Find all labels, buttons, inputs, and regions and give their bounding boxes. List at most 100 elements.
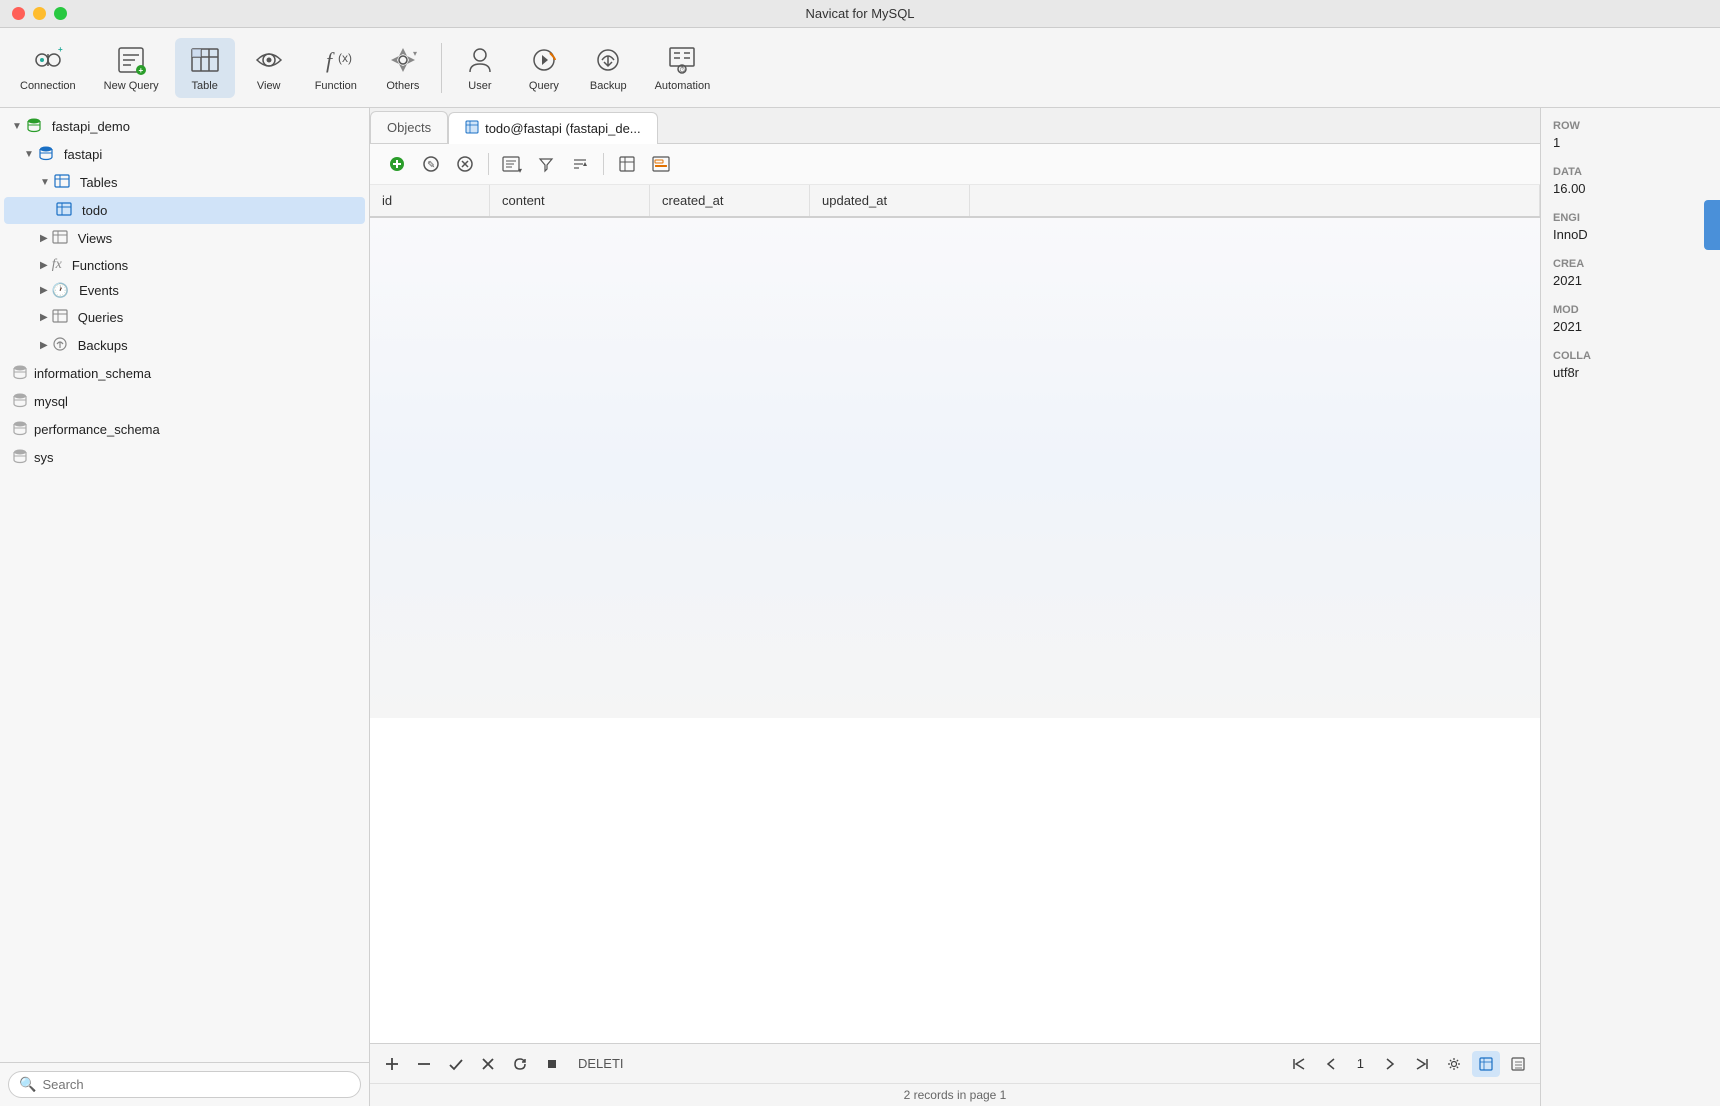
sidebar-item-fastapi[interactable]: ▼ fastapi	[4, 141, 365, 168]
last-page-button[interactable]	[1408, 1051, 1436, 1077]
sidebar-item-views[interactable]: ▶ Views	[4, 225, 365, 252]
toolbar-user[interactable]: User	[450, 38, 510, 98]
col-content: content	[490, 185, 650, 216]
confirm-button[interactable]	[442, 1051, 470, 1077]
right-panel: Row 1 Data 16.00 Engi InnoD Crea 2021 Mo…	[1540, 108, 1720, 1106]
svg-text:✎: ✎	[427, 160, 435, 171]
sidebar-item-queries[interactable]: ▶ Queries	[4, 304, 365, 331]
panel-section-colla: Colla utf8r	[1553, 350, 1708, 380]
toolbar-sep-2	[488, 153, 489, 175]
sidebar-item-backups[interactable]: ▶ Backups	[4, 332, 365, 359]
sidebar-label-sys: sys	[34, 450, 54, 465]
sidebar-item-information-schema[interactable]: information_schema	[4, 360, 365, 387]
tab-objects[interactable]: Objects	[370, 111, 448, 143]
function-icon: f (x)	[320, 44, 352, 76]
automation-icon: ⏱	[666, 44, 698, 76]
sidebar-item-fastapi-demo[interactable]: ▼ fastapi_demo	[4, 113, 365, 140]
grid-header: id content created_at updated_at	[370, 185, 1540, 218]
backup-icon	[592, 44, 624, 76]
tab-todo-icon	[465, 120, 479, 137]
stop-button[interactable]	[538, 1051, 566, 1077]
sidebar-item-sys[interactable]: sys	[4, 444, 365, 471]
form-view-button[interactable]	[646, 150, 676, 178]
settings-button[interactable]	[1440, 1051, 1468, 1077]
toolbar-sep-1	[441, 43, 442, 93]
tab-todo-table[interactable]: todo@fastapi (fastapi_de...	[448, 112, 658, 144]
filter-button[interactable]	[531, 150, 561, 178]
edit-record-button[interactable]: ✎	[416, 150, 446, 178]
panel-value-mod: 2021	[1553, 319, 1708, 334]
add-row-button[interactable]	[378, 1051, 406, 1077]
grid-view-button[interactable]	[612, 150, 642, 178]
toolbar-table[interactable]: Table	[175, 38, 235, 98]
prev-page-button[interactable]	[1317, 1051, 1345, 1077]
toolbar-new-query[interactable]: + New Query	[92, 38, 171, 98]
automation-label: Automation	[655, 80, 711, 92]
db-icon-info	[12, 364, 28, 383]
delete-label: DELETI	[578, 1056, 624, 1071]
tab-todo-label: todo@fastapi (fastapi_de...	[485, 121, 641, 136]
svg-text:▾: ▾	[518, 166, 522, 173]
panel-section-mod: Mod 2021	[1553, 304, 1708, 334]
panel-value-colla: utf8r	[1553, 365, 1708, 380]
sidebar-item-mysql[interactable]: mysql	[4, 388, 365, 415]
maximize-button[interactable]	[54, 7, 67, 20]
col-id: id	[370, 185, 490, 216]
close-button[interactable]	[12, 7, 25, 20]
panel-label-mod: Mod	[1553, 304, 1708, 316]
sort-button[interactable]	[565, 150, 595, 178]
panel-section-crea: Crea 2021	[1553, 258, 1708, 288]
toolbar-view[interactable]: View	[239, 38, 299, 98]
add-record-button[interactable]	[382, 150, 412, 178]
toolbar-function[interactable]: f (x) Function	[303, 38, 369, 98]
search-box[interactable]: 🔍	[8, 1071, 361, 1098]
sidebar-label-fastapi-demo: fastapi_demo	[52, 119, 130, 134]
minimize-button[interactable]	[33, 7, 46, 20]
sidebar-label-events: Events	[79, 283, 119, 298]
table-label: Table	[192, 80, 218, 92]
next-page-button[interactable]	[1376, 1051, 1404, 1077]
panel-value-crea: 2021	[1553, 273, 1708, 288]
sql-button[interactable]: ▾	[497, 150, 527, 178]
cancel-edit-button[interactable]	[474, 1051, 502, 1077]
remove-row-button[interactable]	[410, 1051, 438, 1077]
sidebar-content: ▼ fastapi_demo ▼ fastapi ▼ Ta	[0, 108, 369, 1062]
window-controls[interactable]	[12, 7, 67, 20]
others-icon: ▾	[387, 44, 419, 76]
data-grid: id content created_at updated_at	[370, 185, 1540, 1043]
sidebar-item-performance-schema[interactable]: performance_schema	[4, 416, 365, 443]
sidebar-item-functions[interactable]: ▶ fx Functions	[4, 253, 365, 277]
right-tab-indicator[interactable]	[1704, 200, 1720, 250]
toolbar-connection[interactable]: + Connection	[8, 38, 88, 98]
delete-record-button[interactable]	[450, 150, 480, 178]
svg-text:+: +	[58, 45, 63, 54]
toolbar-query[interactable]: Query	[514, 38, 574, 98]
toolbar-backup[interactable]: Backup	[578, 38, 639, 98]
grid-view-toggle[interactable]	[1472, 1051, 1500, 1077]
records-info-text: 2 records in page 1	[904, 1088, 1007, 1102]
toolbar-others[interactable]: ▾ Others	[373, 38, 433, 98]
refresh-button[interactable]	[506, 1051, 534, 1077]
query-icon	[528, 44, 560, 76]
db-icon-mysql	[12, 392, 28, 411]
sidebar-item-tables[interactable]: ▼ Tables	[4, 169, 365, 196]
sidebar-label-tables: Tables	[80, 175, 118, 190]
db-icon-fastapi-demo	[26, 117, 42, 136]
panel-value-data: 16.00	[1553, 181, 1708, 196]
bottom-bar: DELETI 1	[370, 1043, 1540, 1083]
records-info: 2 records in page 1	[370, 1083, 1540, 1106]
first-page-button[interactable]	[1285, 1051, 1313, 1077]
sidebar-label-todo: todo	[82, 203, 107, 218]
toolbar: + Connection + New Query	[0, 28, 1720, 108]
list-view-toggle[interactable]	[1504, 1051, 1532, 1077]
toolbar-automation[interactable]: ⏱ Automation	[643, 38, 723, 98]
svg-text:⏱: ⏱	[680, 66, 686, 74]
sidebar-item-events[interactable]: ▶ 🕐 Events	[4, 278, 365, 303]
functions-icon: fx	[52, 257, 62, 273]
todo-table-icon	[56, 201, 72, 220]
search-input[interactable]	[42, 1077, 350, 1092]
sidebar-item-todo[interactable]: todo	[4, 197, 365, 224]
col-updated-at: updated_at	[810, 185, 970, 216]
table-icon	[189, 44, 221, 76]
page-number: 1	[1349, 1056, 1372, 1071]
